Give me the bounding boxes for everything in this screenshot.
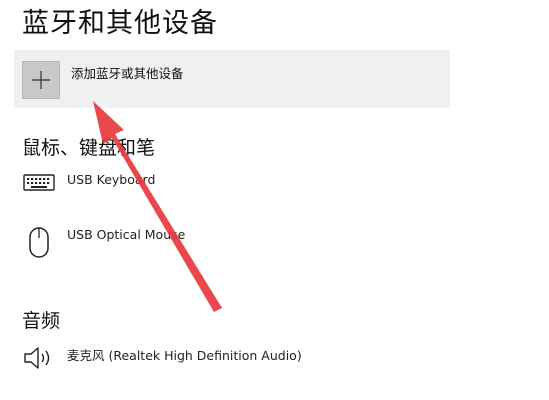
device-usb-optical-mouse[interactable]: USB Optical Mouse [22, 225, 442, 265]
plus-icon [22, 61, 60, 99]
keyboard-icon [22, 170, 56, 200]
device-name: USB Keyboard [67, 172, 156, 187]
device-name: USB Optical Mouse [67, 227, 186, 242]
add-bluetooth-device-button[interactable]: 添加蓝牙或其他设备 [14, 50, 450, 108]
section-title-input-devices: 鼠标、键盘和笔 [22, 137, 156, 159]
device-usb-keyboard[interactable]: USB Keyboard [22, 170, 442, 210]
mouse-icon [22, 225, 56, 265]
device-microphone-realtek[interactable]: 麦克风 (Realtek High Definition Audio) [22, 343, 442, 383]
add-device-label: 添加蓝牙或其他设备 [71, 66, 184, 81]
speaker-icon [22, 343, 56, 377]
section-title-audio: 音频 [22, 310, 61, 332]
device-name: 麦克风 (Realtek High Definition Audio) [67, 348, 302, 363]
page-title: 蓝牙和其他设备 [22, 8, 218, 39]
